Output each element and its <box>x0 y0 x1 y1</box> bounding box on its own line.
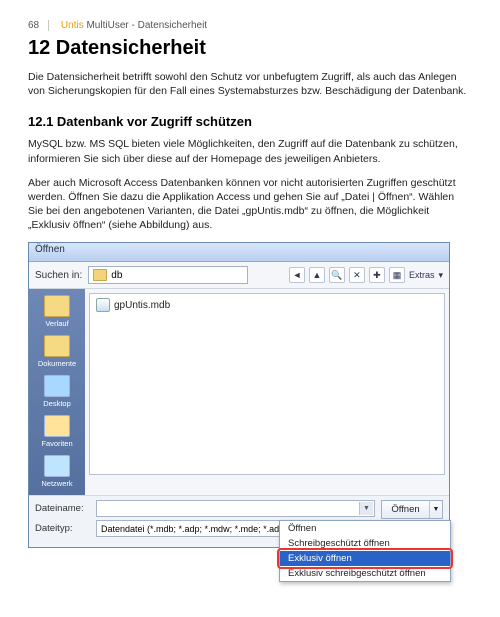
place-desktop-label: Desktop <box>32 399 82 408</box>
filetype-label: Dateityp: <box>35 523 90 534</box>
desktop-icon <box>44 375 70 397</box>
favorites-icon <box>44 415 70 437</box>
place-recent-label: Verlauf <box>32 319 82 328</box>
place-network-label: Netzwerk <box>32 479 82 488</box>
place-favorites[interactable]: Favoriten <box>32 413 82 451</box>
place-desktop[interactable]: Desktop <box>32 373 82 411</box>
up-icon[interactable]: ▲ <box>309 267 325 283</box>
chapter-intro: Die Datensicherheit betrifft sowohl den … <box>28 70 472 98</box>
open-option-readonly[interactable]: Schreibgeschützt öffnen <box>280 536 450 551</box>
section-title: 12.1 Datenbank vor Zugriff schützen <box>28 114 472 129</box>
database-file-icon <box>96 298 110 312</box>
open-file-dialog: Öffnen Suchen in: db ◄ ▲ 🔍 ✕ ✚ ▦ Extras … <box>28 242 450 548</box>
open-option-exclusive[interactable]: Exklusiv öffnen <box>280 551 450 566</box>
search-icon[interactable]: 🔍 <box>329 267 345 283</box>
documents-icon <box>44 335 70 357</box>
back-icon[interactable]: ◄ <box>289 267 305 283</box>
filename-input[interactable]: ▼ <box>96 500 375 517</box>
place-favorites-label: Favoriten <box>32 439 82 448</box>
open-option-normal[interactable]: Öffnen <box>280 521 450 536</box>
chapter-title: 12 Datensicherheit <box>28 37 472 60</box>
delete-icon[interactable]: ✕ <box>349 267 365 283</box>
open-button[interactable]: Öffnen ▼ <box>381 500 443 519</box>
section-paragraph-1: MySQL bzw. MS SQL bieten viele Möglichke… <box>28 137 472 165</box>
brand-part-1: Untis <box>61 20 84 31</box>
place-recent[interactable]: Verlauf <box>32 293 82 331</box>
views-icon[interactable]: ▦ <box>389 267 405 283</box>
page-header: 68 Untis MultiUser - Datensicherheit <box>28 20 472 31</box>
filetype-value: Datendatei (*.mdb; *.adp; *.mdw; *.mde; … <box>101 524 287 534</box>
place-documents[interactable]: Dokumente <box>32 333 82 371</box>
lookin-dropdown[interactable]: db <box>88 266 248 284</box>
place-documents-label: Dokumente <box>32 359 82 368</box>
section-paragraph-2: Aber auch Microsoft Access Datenbanken k… <box>28 176 472 233</box>
extras-chevron-icon[interactable]: ▾ <box>438 268 443 282</box>
dialog-titlebar: Öffnen <box>29 243 449 262</box>
file-item-name: gpUntis.mdb <box>114 300 170 311</box>
file-item[interactable]: gpUntis.mdb <box>96 298 438 312</box>
history-icon <box>44 295 70 317</box>
new-folder-icon[interactable]: ✚ <box>369 267 385 283</box>
lookin-value: db <box>111 270 122 281</box>
file-list-pane[interactable]: gpUntis.mdb <box>89 293 445 475</box>
lookin-label: Suchen in: <box>35 270 82 281</box>
place-network[interactable]: Netzwerk <box>32 453 82 491</box>
page-number: 68 <box>28 20 39 31</box>
open-button-label: Öffnen <box>382 504 429 515</box>
chevron-down-icon[interactable]: ▼ <box>359 502 373 515</box>
places-bar: Verlauf Dokumente Desktop Favoriten Netz… <box>29 289 85 495</box>
folder-icon <box>93 269 107 281</box>
open-split-chevron-icon[interactable]: ▼ <box>429 501 442 518</box>
open-mode-dropdown: Öffnen Schreibgeschützt öffnen Exklusiv … <box>279 520 451 582</box>
extras-label[interactable]: Extras <box>409 268 435 282</box>
network-icon <box>44 455 70 477</box>
brand-part-2: MultiUser - Datensicherheit <box>84 20 207 31</box>
filename-label: Dateiname: <box>35 503 90 514</box>
dialog-toolbar: Suchen in: db ◄ ▲ 🔍 ✕ ✚ ▦ Extras ▾ <box>29 262 449 289</box>
open-option-exclusive-readonly[interactable]: Exklusiv schreibgeschützt öffnen <box>280 566 450 581</box>
